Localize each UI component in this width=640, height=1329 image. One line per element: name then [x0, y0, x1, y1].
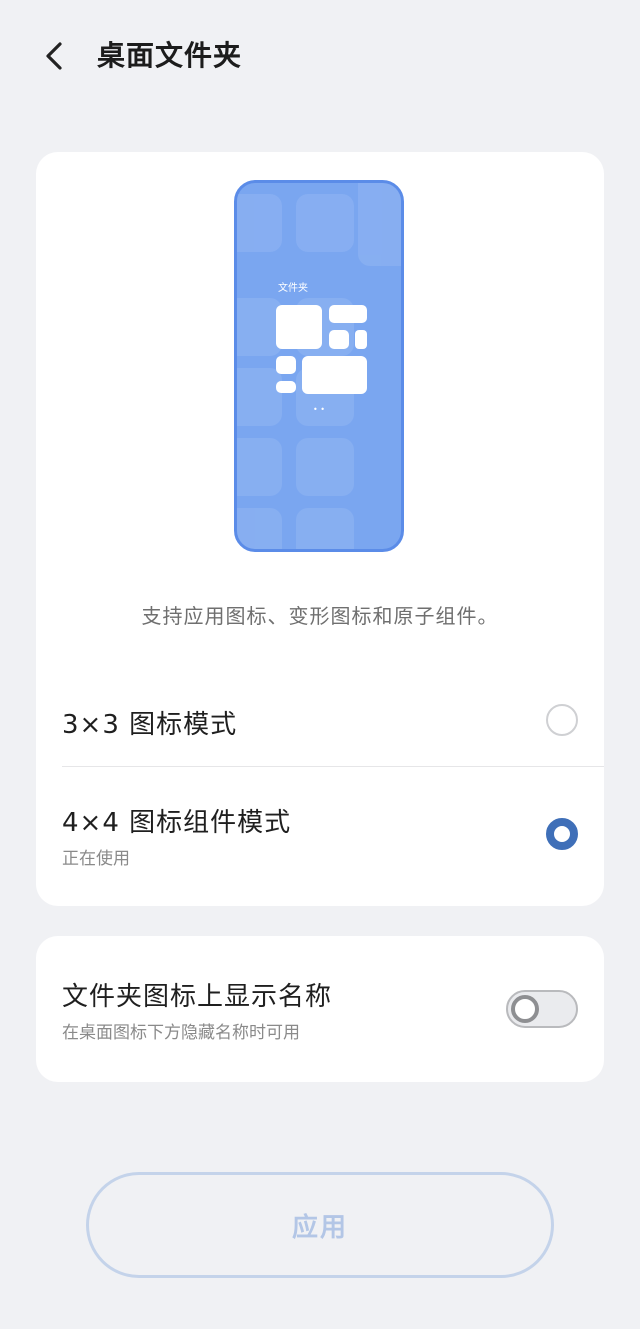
radio-unselected[interactable] [546, 704, 578, 736]
toggle-knob [511, 995, 539, 1023]
widget-wide-top [329, 305, 367, 323]
top-bar: 桌面文件夹 [0, 0, 640, 110]
radio-selected[interactable] [546, 818, 578, 850]
divider [62, 766, 604, 767]
setting-subtitle: 在桌面图标下方隐藏名称时可用 [62, 1023, 300, 1043]
option-status: 正在使用 [62, 849, 130, 869]
page-title: 桌面文件夹 [97, 39, 243, 72]
option-4x4-widget-mode[interactable]: 4×4 图标组件模式 正在使用 [36, 768, 604, 892]
show-name-setting-card: 文件夹图标上显示名称 在桌面图标下方隐藏名称时可用 [36, 936, 604, 1082]
option-3x3-icon-mode[interactable]: 3×3 图标模式 [36, 674, 604, 766]
widget-narrow [355, 330, 367, 349]
show-name-toggle[interactable] [506, 990, 578, 1028]
option-label: 3×3 图标模式 [62, 710, 238, 740]
back-button[interactable] [30, 30, 78, 82]
widget-large [276, 305, 322, 349]
folder-label: 文件夹 [278, 281, 308, 294]
widget-square [276, 356, 296, 374]
preview-caption: 支持应用图标、变形图标和原子组件。 [141, 604, 499, 628]
widget-wide-bottom [302, 356, 367, 394]
folder-preview-illustration: 文件夹 • • [234, 180, 404, 552]
widget-pill [276, 381, 296, 393]
apply-button[interactable]: 应用 [86, 1172, 554, 1278]
option-label: 4×4 图标组件模式 [62, 808, 292, 838]
page-indicator: • • [313, 405, 325, 414]
folder-mode-card: 文件夹 • • 支持应用图标、变形图标和原子组件。 3×3 图标模式 4×4 图… [36, 152, 604, 906]
chevron-left-icon [46, 42, 62, 70]
widget-small [329, 330, 349, 349]
setting-title: 文件夹图标上显示名称 [62, 982, 333, 1012]
